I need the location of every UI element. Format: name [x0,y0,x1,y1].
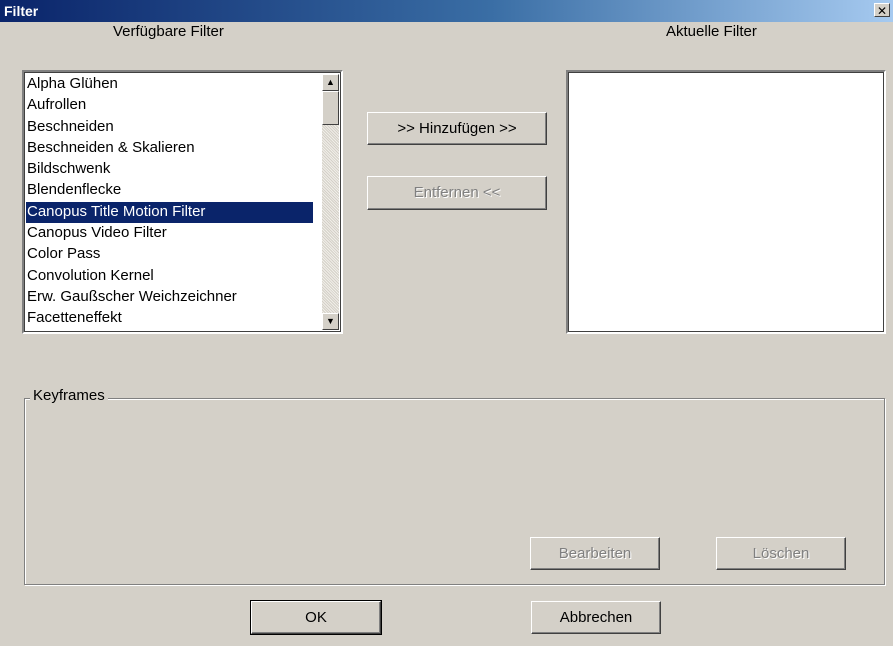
cancel-button[interactable]: Abbrechen [531,601,661,634]
edit-keyframe-button[interactable]: Bearbeiten [530,537,660,570]
filter-list-item[interactable]: Erw. Gaußscher Weichzeichner [26,287,313,308]
close-button[interactable]: ✕ [874,3,890,18]
ok-button[interactable]: OK [250,600,382,635]
filter-list-item[interactable]: Aufrollen [26,95,313,116]
available-filters-list[interactable]: Alpha Glühen Aufrollen Beschneiden Beschnei… [22,70,343,334]
filter-list-item[interactable]: Facetteneffekt [26,308,313,329]
filter-list-item[interactable]: Beschneiden & Skalieren [26,138,313,159]
filter-list-item[interactable]: Canopus Title Motion Filter [26,201,313,224]
vertical-scrollbar[interactable]: ▲ ▼ [322,74,339,330]
scroll-up-button[interactable]: ▲ [322,74,339,91]
scroll-down-button[interactable]: ▼ [322,313,339,330]
close-icon: ✕ [876,4,888,18]
scroll-up-arrow-icon: ▲ [326,77,335,87]
current-filters-list[interactable] [566,70,886,334]
filter-list-item[interactable]: Beschneiden [26,117,313,138]
remove-filter-button[interactable]: Entfernen << [367,176,547,210]
window-title: Filter [4,3,39,19]
filter-list-item[interactable]: Canopus Video Filter [26,223,313,244]
keyframes-label: Keyframes [30,387,108,404]
filter-list-item[interactable]: Convolution Kernel [26,266,313,287]
scroll-thumb[interactable] [322,91,339,125]
add-filter-button[interactable]: >> Hinzufügen >> [367,112,547,145]
filter-list-item[interactable]: Bildschwenk [26,159,313,180]
available-filters-items: Alpha Glühen Aufrollen Beschneiden Beschnei… [26,74,313,330]
delete-keyframe-button[interactable]: Löschen [716,537,846,570]
current-filters-label: Aktuelle Filter [666,23,757,40]
filter-list-item[interactable]: Alpha Glühen [26,74,313,95]
scroll-down-arrow-icon: ▼ [326,316,335,326]
filter-list-item[interactable]: Color Pass [26,244,313,265]
title-bar[interactable]: Filter ✕ [0,0,893,22]
available-filters-label: Verfügbare Filter [113,23,224,40]
filter-list-item[interactable]: Blendenflecke [26,180,313,201]
